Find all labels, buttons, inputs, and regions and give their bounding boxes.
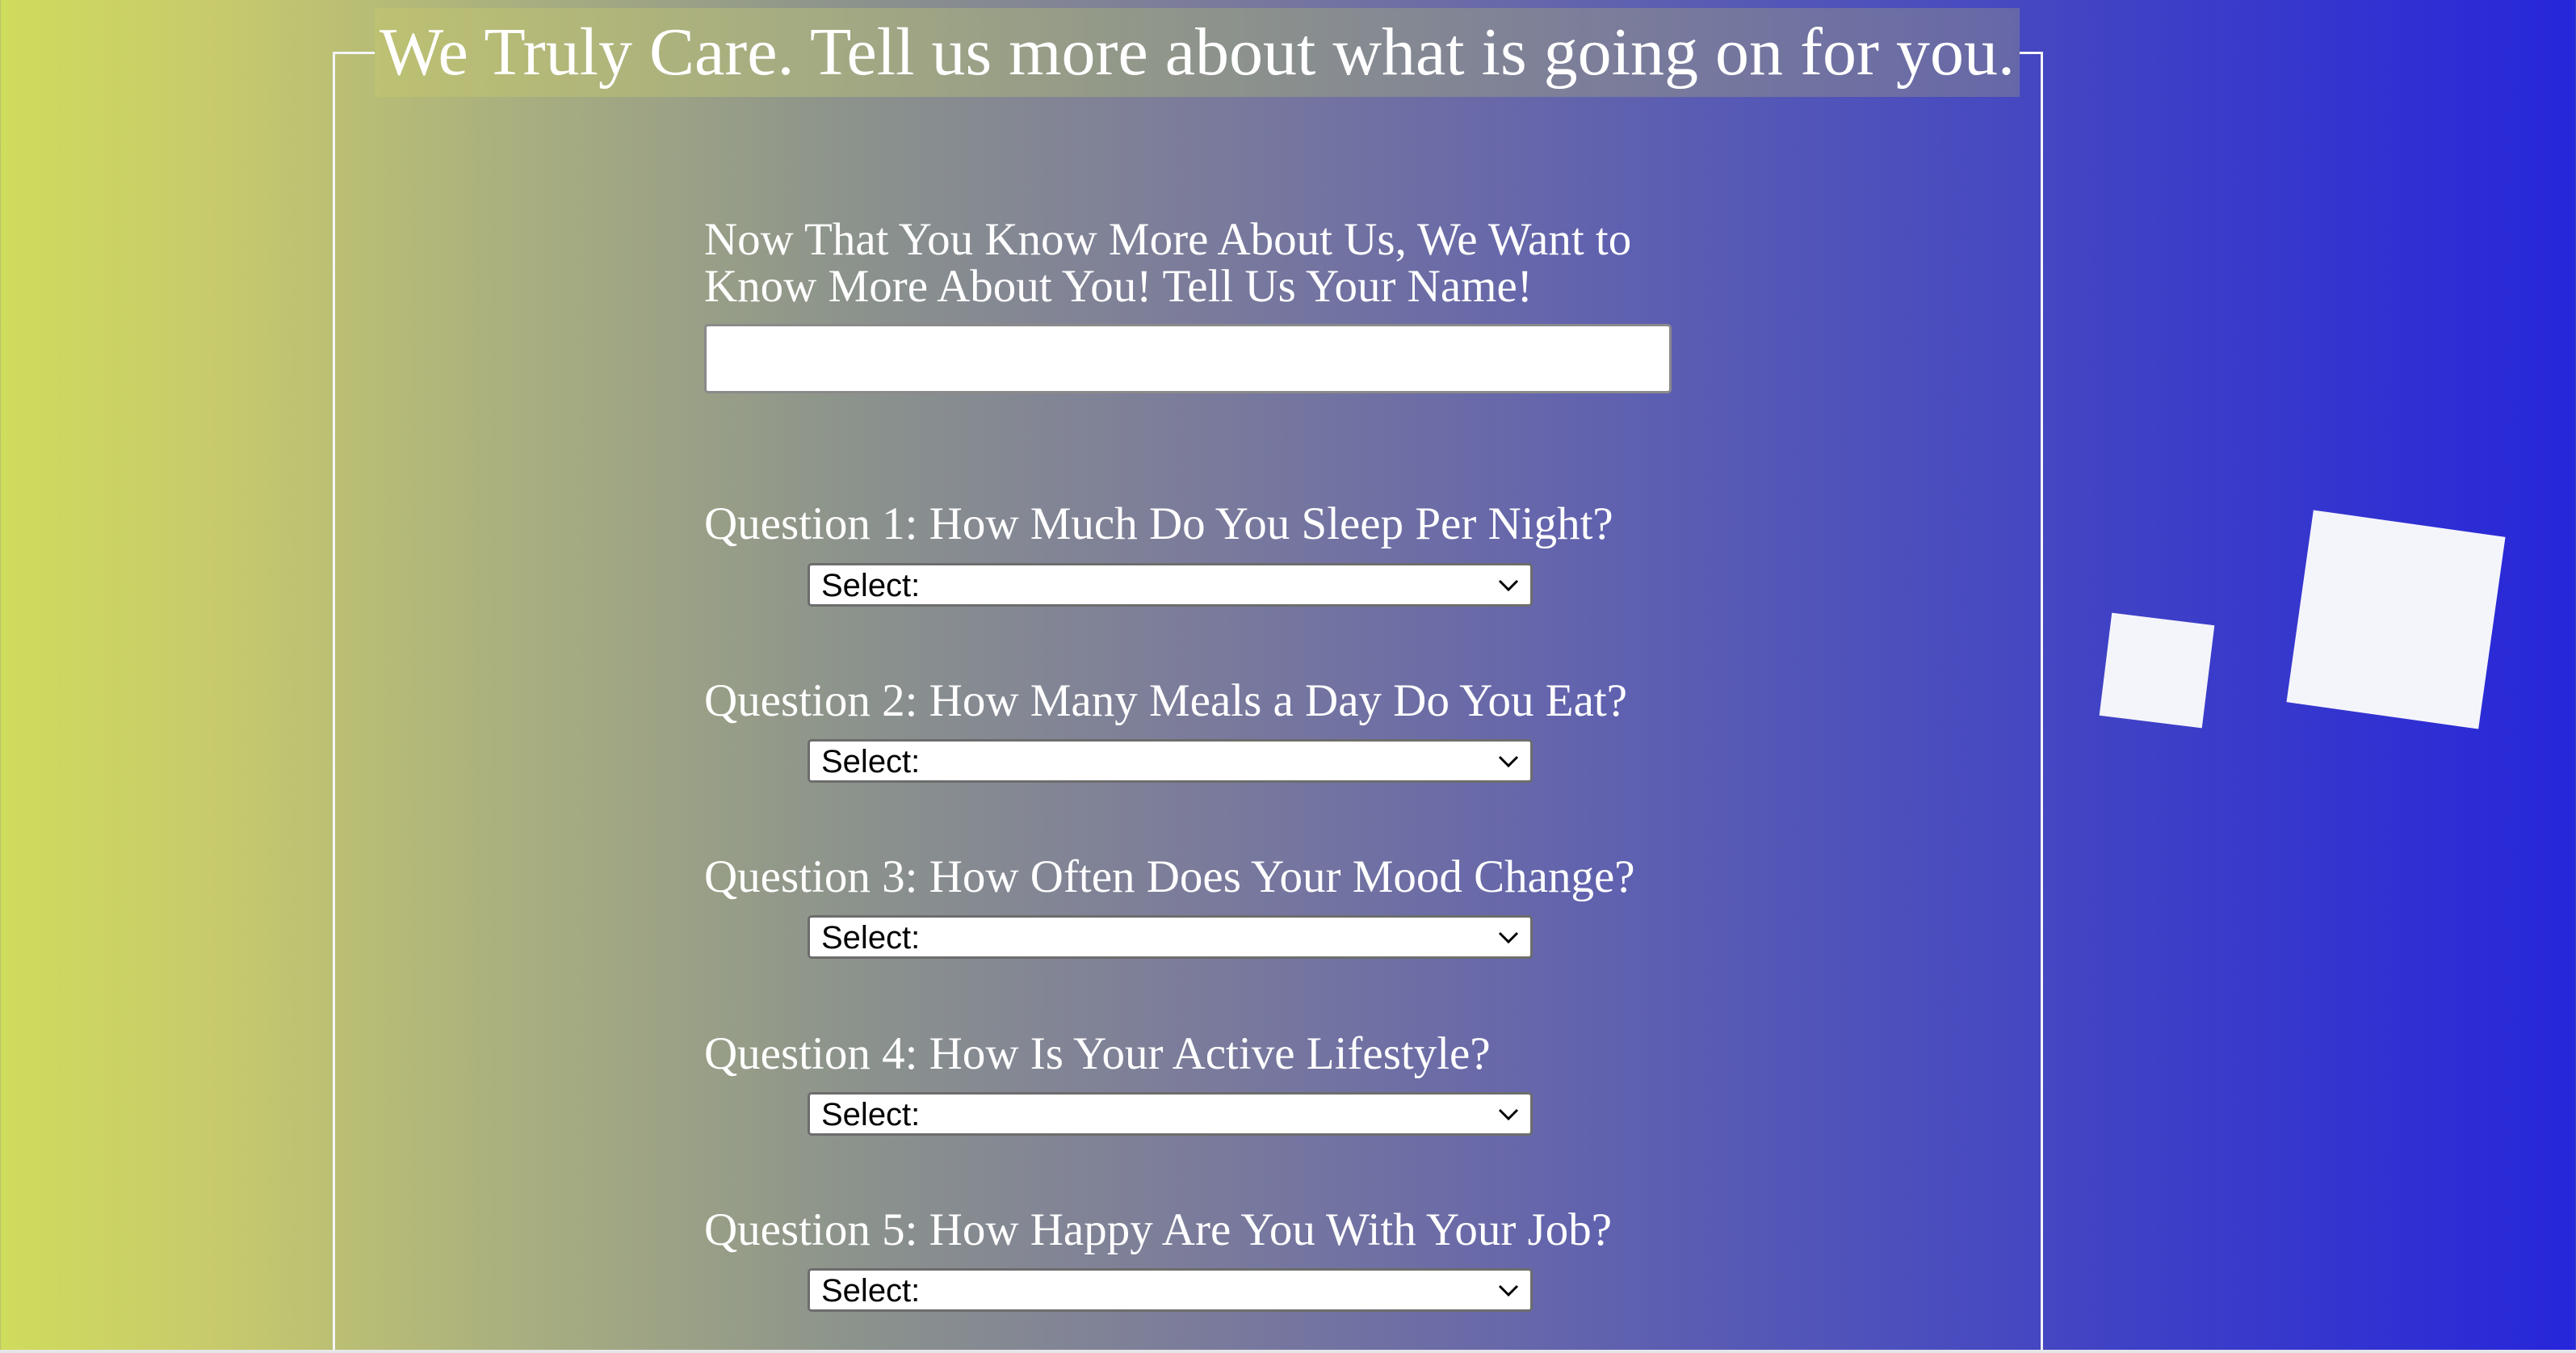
select-value: Select:: [821, 568, 921, 603]
chevron-down-icon: [1498, 755, 1519, 768]
chevron-down-icon: [1498, 931, 1519, 944]
question-5-select[interactable]: Select:: [808, 1268, 1533, 1312]
chevron-down-icon: [1498, 1108, 1519, 1121]
question-1-label: Question 1: How Much Do You Sleep Per Ni…: [704, 498, 1613, 549]
question-5-label: Question 5: How Happy Are You With Your …: [704, 1204, 1613, 1255]
survey-legend: We Truly Care. Tell us more about what i…: [375, 8, 2020, 97]
question-2-select[interactable]: Select:: [808, 739, 1533, 783]
select-value: Select:: [821, 744, 921, 779]
question-4-select[interactable]: Select:: [808, 1092, 1533, 1136]
name-prompt-line1: Now That You Know More About Us, We Want…: [704, 214, 1632, 265]
question-2-label: Question 2: How Many Meals a Day Do You …: [704, 675, 1628, 726]
select-value: Select:: [821, 1097, 921, 1132]
name-input[interactable]: [704, 324, 1672, 393]
large-square-shape: [2286, 510, 2506, 729]
question-3-select[interactable]: Select:: [808, 915, 1533, 959]
chevron-down-icon: [1498, 1284, 1519, 1297]
chevron-down-icon: [1498, 579, 1519, 592]
small-square-shape: [2099, 612, 2215, 729]
select-value: Select:: [821, 920, 921, 956]
page-bottom-divider: [0, 1350, 2576, 1353]
question-4-label: Question 4: How Is Your Active Lifestyle…: [704, 1028, 1491, 1079]
select-value: Select:: [821, 1273, 921, 1309]
name-prompt-line2: Know More About You! Tell Us Your Name!: [704, 261, 1533, 312]
question-3-label: Question 3: How Often Does Your Mood Cha…: [704, 851, 1635, 902]
question-1-select[interactable]: Select:: [808, 563, 1533, 607]
